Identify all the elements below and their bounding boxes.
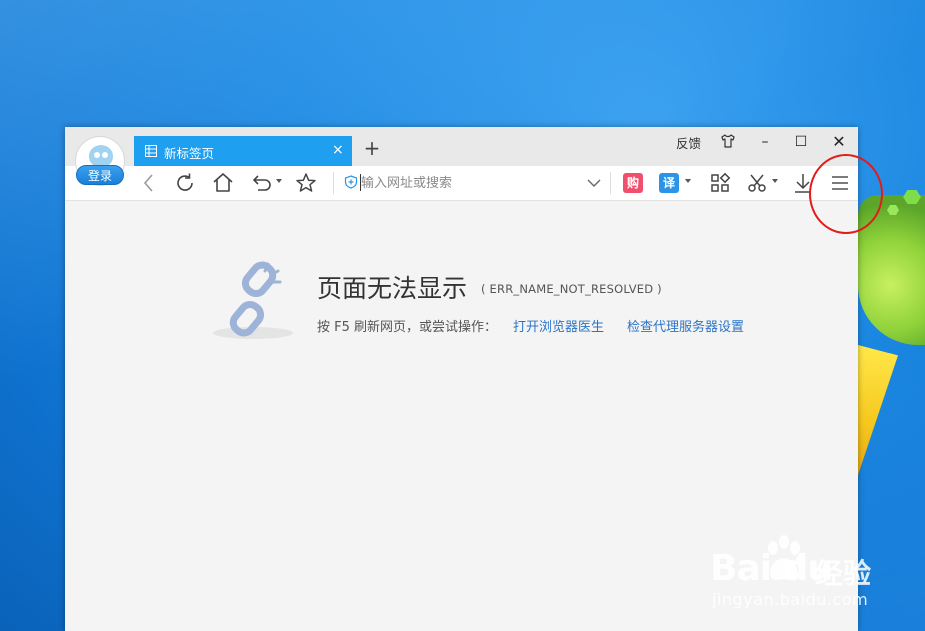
avatar-eye-right xyxy=(102,152,108,158)
toolbar-divider xyxy=(610,172,611,194)
home-icon[interactable] xyxy=(211,171,235,195)
shield-icon[interactable] xyxy=(344,175,358,189)
refresh-icon[interactable] xyxy=(173,171,197,195)
error-title: 页面无法显示 xyxy=(317,274,468,303)
watermark-url: jingyan.baidu.com xyxy=(712,590,869,609)
tab-grid-icon xyxy=(145,145,157,157)
star-icon[interactable] xyxy=(294,171,318,195)
undo-icon[interactable] xyxy=(249,171,273,195)
tab-close-button[interactable]: × xyxy=(332,142,344,158)
back-icon[interactable] xyxy=(137,171,161,195)
translate-dropdown-icon[interactable] xyxy=(685,179,691,183)
baidu-paw-icon xyxy=(768,535,804,580)
address-input[interactable] xyxy=(361,171,581,195)
tab-new-tab-page[interactable]: 新标签页 × xyxy=(134,136,352,166)
address-dropdown-icon[interactable] xyxy=(584,173,604,193)
feedback-button[interactable]: 反馈 xyxy=(676,133,701,152)
toolbar-divider xyxy=(333,172,334,194)
maximize-button[interactable]: ☐ xyxy=(790,131,812,153)
login-button[interactable]: 登录 xyxy=(76,165,124,185)
translate-button[interactable]: 译 xyxy=(659,173,679,193)
avatar-eye-left xyxy=(94,152,100,158)
skin-icon[interactable] xyxy=(720,134,736,148)
error-hint: 按 F5 刷新网页，或尝试操作： xyxy=(317,320,498,335)
apps-icon[interactable] xyxy=(708,171,732,195)
minimize-button[interactable]: – xyxy=(754,131,776,153)
check-proxy-settings-link[interactable]: 检查代理服务器设置 xyxy=(627,316,744,335)
new-tab-button[interactable]: + xyxy=(361,137,383,159)
scissors-icon[interactable] xyxy=(745,171,769,195)
watermark-jingyan: 经验 xyxy=(815,557,872,590)
toolbar: 购 译 xyxy=(65,166,858,201)
open-browser-doctor-link[interactable]: 打开浏览器医生 xyxy=(513,316,604,335)
avatar-mascot xyxy=(89,145,113,167)
undo-dropdown-icon[interactable] xyxy=(276,179,282,183)
close-window-button[interactable]: ✕ xyxy=(828,131,850,153)
tab-label: 新标签页 xyxy=(164,146,215,161)
broken-link-icon xyxy=(213,261,293,339)
shopping-button[interactable]: 购 xyxy=(623,173,643,193)
scissors-dropdown-icon[interactable] xyxy=(772,179,778,183)
title-bar: 新标签页 × + 反馈 – ☐ ✕ xyxy=(65,127,858,166)
highlight-circle xyxy=(809,154,883,234)
error-code: ( ERR_NAME_NOT_RESOLVED ) xyxy=(481,282,662,296)
